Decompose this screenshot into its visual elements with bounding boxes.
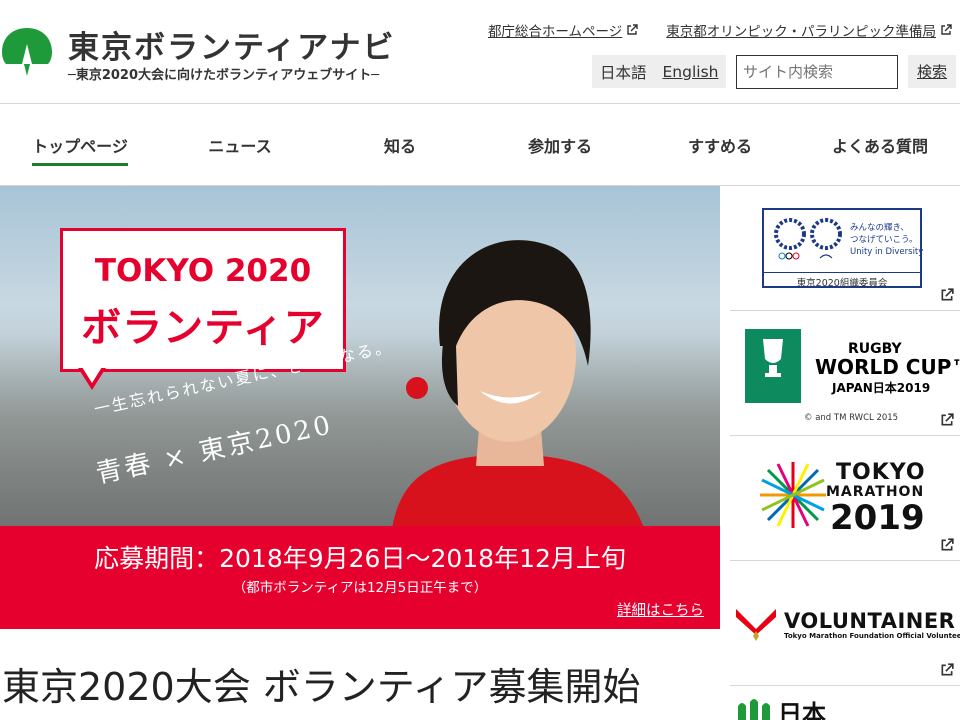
application-period-text: 応募期間：2018年9月26日〜2018年12月上旬 <box>94 544 626 573</box>
main-nav: トップページ ニュース 知る 参加する すすめる よくある質問 <box>0 104 960 186</box>
language-japanese: 日本語 <box>600 63 647 82</box>
bubble-tail-inner <box>82 367 102 383</box>
tokyo2020-slogan: みんなの輝き、 つなげていこう。 Unity in Diversity <box>850 222 923 258</box>
tokyo2020-emblem-icon <box>774 218 842 260</box>
voluntainer-banner[interactable]: VOLUNTAINER Tokyo Marathon Foundation Of… <box>730 561 960 686</box>
voluntainer-mark-icon <box>736 609 776 641</box>
tokyo-marathon-emblem-icon <box>760 462 826 528</box>
site-header: 東京ボランティアナビ ─東京2020大会に向けたボランティアウェブサイト─ 都庁… <box>0 0 960 104</box>
external-link-icon <box>941 663 954 676</box>
voluntainer-line2: Tokyo Marathon Foundation Official Volun… <box>784 632 960 640</box>
nav-item-top[interactable]: トップページ <box>0 104 160 185</box>
language-english-link[interactable]: English <box>663 63 719 81</box>
nihon-hands-icon <box>738 699 770 720</box>
nav-item-participate[interactable]: 参加する <box>480 104 640 185</box>
hero-image[interactable]: TOKYO 2020 ボランティア 一生忘れられない夏に、きっとなる。 青春 ×… <box>0 186 720 526</box>
site-title[interactable]: 東京ボランティアナビ <box>68 22 396 67</box>
voluntainer-line1: VOLUNTAINER <box>784 609 956 633</box>
tokyo-gov-link-label: 都庁総合ホームページ <box>487 24 623 40</box>
tokyo2020-logo: みんなの輝き、 つなげていこう。 Unity in Diversity 東京20… <box>762 208 923 289</box>
tokyo-gov-link[interactable]: 都庁総合ホームページ <box>488 20 638 40</box>
bubble-title-line1: TOKYO 2020 <box>94 253 312 289</box>
nav-item-learn[interactable]: 知る <box>320 104 480 185</box>
search-button[interactable]: 検索 <box>908 55 956 88</box>
external-link-icon <box>941 538 954 551</box>
olympic-bureau-link[interactable]: 東京都オリンピック・パラリンピック準備局 <box>666 20 952 40</box>
rugby-line3: JAPAN日本2019 <box>832 381 931 395</box>
external-link-icon <box>941 288 954 301</box>
search-input[interactable] <box>736 55 898 89</box>
language-switcher: 日本語 English <box>592 55 727 88</box>
bubble-title-line2: ボランティア <box>81 305 325 351</box>
tokyo2020-slogan-1: みんなの輝き、 <box>850 223 909 233</box>
rugby-trophy-icon <box>763 339 783 377</box>
nihon-banner[interactable]: 日本 <box>730 686 960 720</box>
hero-person-photo <box>392 240 644 526</box>
tokyo2020-slogan-3: Unity in Diversity <box>850 247 924 257</box>
tokyo2020-slogan-2: つなげていこう。 <box>850 235 918 245</box>
external-links: 都庁総合ホームページ 東京都オリンピック・パラリンピック準備局 <box>488 20 952 40</box>
olympic-bureau-link-label: 東京都オリンピック・パラリンピック準備局 <box>666 24 936 40</box>
rugby-copyright: © and TM RWCL 2015 <box>804 413 899 423</box>
tokyo-marathon-banner[interactable]: TOKYO MARATHON 2019 <box>730 436 960 561</box>
site-subtitle: ─東京2020大会に向けたボランティアウェブサイト─ <box>68 68 380 83</box>
city-volunteer-note: （都市ボランティアは12月5日正午まで） <box>232 580 488 596</box>
nihon-line1: 日本 <box>778 700 826 720</box>
tokyo2020-banner[interactable]: みんなの輝き、 つなげていこう。 Unity in Diversity 東京20… <box>730 186 960 311</box>
rugby-world-cup-banner[interactable]: RUGBY WORLD CUP™ JAPAN日本2019 © and TM RW… <box>730 311 960 436</box>
page-headline: 東京2020大会 ボランティア募集開始 <box>2 665 641 709</box>
nav-item-recommend[interactable]: すすめる <box>640 104 800 185</box>
rugby-world-cup-emblem-icon <box>745 329 801 403</box>
marathon-line3: 2019 <box>830 498 925 538</box>
nav-item-news[interactable]: ニュース <box>160 104 320 185</box>
external-link-icon <box>941 413 954 426</box>
sidebar-banners: みんなの輝き、 つなげていこう。 Unity in Diversity 東京20… <box>720 186 960 720</box>
tokyo2020-caption: 東京2020組織委員会 <box>764 272 920 289</box>
external-link-icon <box>627 24 638 35</box>
marathon-line1: TOKYO <box>836 460 926 485</box>
rugby-line2: WORLD CUP™ <box>815 355 960 379</box>
nav-item-faq[interactable]: よくある質問 <box>800 104 960 185</box>
external-link-icon <box>941 24 952 35</box>
application-period-banner: 応募期間：2018年9月26日〜2018年12月上旬 （都市ボランティアは12月… <box>0 526 720 629</box>
tokyo-ginkgo-logo-icon[interactable] <box>0 22 54 76</box>
details-link[interactable]: 詳細はこちら <box>617 599 704 620</box>
